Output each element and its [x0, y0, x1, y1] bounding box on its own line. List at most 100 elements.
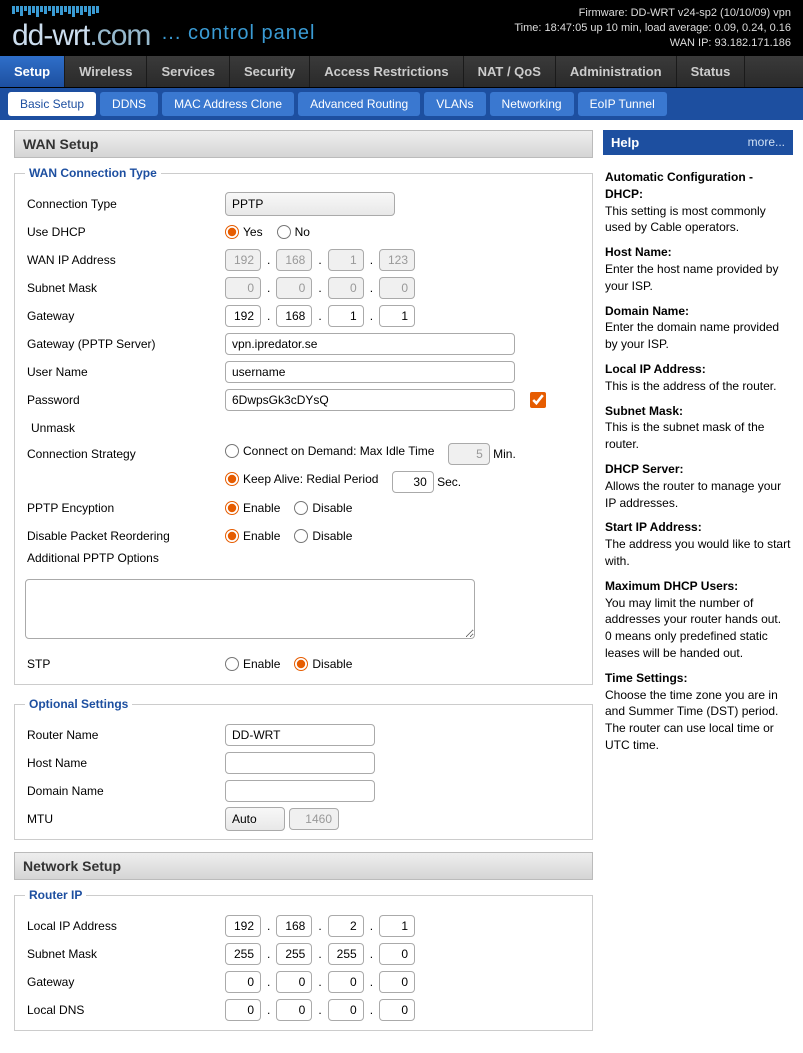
subnet2-2[interactable] [276, 943, 312, 965]
gateway2-2[interactable] [276, 971, 312, 993]
help-item-title: Subnet Mask: [605, 403, 791, 420]
tab-access-restrictions[interactable]: Access Restrictions [310, 56, 463, 87]
network-setup-header: Network Setup [14, 852, 593, 880]
subnet-2 [276, 277, 312, 299]
subnet2-4[interactable] [379, 943, 415, 965]
sub-tabs: Basic Setup DDNS MAC Address Clone Advan… [0, 88, 803, 120]
tab-administration[interactable]: Administration [556, 56, 677, 87]
connect-on-demand-radio[interactable] [225, 444, 239, 458]
help-body: Automatic Configuration - DHCP:This sett… [603, 155, 793, 764]
host-name-label: Host Name [25, 756, 225, 770]
subtab-networking[interactable]: Networking [490, 92, 574, 116]
main-tabs: Setup Wireless Services Security Access … [0, 56, 803, 88]
username-input[interactable] [225, 361, 515, 383]
time-line: Time: 18:47:05 up 10 min, load average: … [514, 21, 791, 36]
connection-type-label: Connection Type [25, 197, 225, 211]
help-item-desc: Enter the host name provided by your ISP… [605, 261, 791, 295]
wan-ip-1 [225, 249, 261, 271]
local-dns-2[interactable] [276, 999, 312, 1021]
keep-alive-radio[interactable] [225, 472, 239, 486]
router-ip-legend: Router IP [25, 888, 86, 902]
unmask-label: Unmask [25, 421, 225, 435]
gateway-3[interactable] [328, 305, 364, 327]
help-item-desc: This setting is most commonly used by Ca… [605, 203, 791, 237]
use-dhcp-yes-radio[interactable] [225, 225, 239, 239]
local-ip-label: Local IP Address [25, 919, 225, 933]
reorder-disable-radio[interactable] [294, 529, 308, 543]
domain-name-input[interactable] [225, 780, 375, 802]
router-ip-fieldset: Router IP Local IP Address . . . Subnet … [14, 888, 593, 1031]
gateway2-3[interactable] [328, 971, 364, 993]
subtab-basic-setup[interactable]: Basic Setup [8, 92, 96, 116]
password-label: Password [25, 393, 225, 407]
subtab-advanced-routing[interactable]: Advanced Routing [298, 92, 420, 116]
subnet-4 [379, 277, 415, 299]
connection-type-select[interactable]: PPTP [225, 192, 395, 216]
help-item-title: Local IP Address: [605, 361, 791, 378]
logo: dd-wrt.com [12, 19, 150, 52]
subnet2-label: Subnet Mask [25, 947, 225, 961]
subnet2-3[interactable] [328, 943, 364, 965]
stp-disable-radio[interactable] [294, 657, 308, 671]
additional-pptp-textarea[interactable] [25, 579, 475, 639]
help-item-desc: This is the subnet mask of the router. [605, 419, 791, 453]
help-item-title: Time Settings: [605, 670, 791, 687]
disable-reorder-label: Disable Packet Reordering [25, 529, 225, 543]
subnet-label: Subnet Mask [25, 281, 225, 295]
firmware-line: Firmware: DD-WRT v24-sp2 (10/10/09) vpn [514, 6, 791, 21]
gateway-1[interactable] [225, 305, 261, 327]
tab-wireless[interactable]: Wireless [65, 56, 147, 87]
redial-period-input[interactable] [392, 471, 434, 493]
help-item-desc: Enter the domain name provided by your I… [605, 319, 791, 353]
password-input[interactable] [225, 389, 515, 411]
tab-setup[interactable]: Setup [0, 56, 65, 87]
subnet-1 [225, 277, 261, 299]
host-name-input[interactable] [225, 752, 375, 774]
subtab-vlans[interactable]: VLANs [424, 92, 485, 116]
tab-status[interactable]: Status [677, 56, 746, 87]
wan-connection-fieldset: WAN Connection Type Connection Type PPTP… [14, 166, 593, 685]
tab-nat-qos[interactable]: NAT / QoS [464, 56, 556, 87]
tab-services[interactable]: Services [147, 56, 230, 87]
subtab-ddns[interactable]: DDNS [100, 92, 158, 116]
help-item-desc: This is the address of the router. [605, 378, 791, 395]
local-ip-4[interactable] [379, 915, 415, 937]
gateway2-1[interactable] [225, 971, 261, 993]
local-ip-2[interactable] [276, 915, 312, 937]
tab-security[interactable]: Security [230, 56, 310, 87]
local-dns-3[interactable] [328, 999, 364, 1021]
pptp-enc-disable-radio[interactable] [294, 501, 308, 515]
subtab-eoip[interactable]: EoIP Tunnel [578, 92, 667, 116]
local-dns-label: Local DNS [25, 1003, 225, 1017]
help-item-title: Maximum DHCP Users: [605, 578, 791, 595]
gateway2-4[interactable] [379, 971, 415, 993]
subtab-mac-clone[interactable]: MAC Address Clone [162, 92, 294, 116]
pptp-server-input[interactable] [225, 333, 515, 355]
wan-setup-header: WAN Setup [14, 130, 593, 158]
router-name-input[interactable] [225, 724, 375, 746]
reorder-enable-radio[interactable] [225, 529, 239, 543]
local-dns-1[interactable] [225, 999, 261, 1021]
stp-enable-radio[interactable] [225, 657, 239, 671]
local-ip-1[interactable] [225, 915, 261, 937]
help-item-desc: The address you would like to start with… [605, 536, 791, 570]
gateway-4[interactable] [379, 305, 415, 327]
stp-label: STP [25, 657, 225, 671]
wan-connection-legend: WAN Connection Type [25, 166, 161, 180]
username-label: User Name [25, 365, 225, 379]
router-name-label: Router Name [25, 728, 225, 742]
idle-time-input [448, 443, 490, 465]
subnet2-1[interactable] [225, 943, 261, 965]
unmask-checkbox[interactable] [530, 392, 546, 408]
gateway-2[interactable] [276, 305, 312, 327]
help-item-desc: Choose the time zone you are in and Summ… [605, 687, 791, 754]
optional-settings-fieldset: Optional Settings Router Name Host Name … [14, 697, 593, 840]
local-ip-3[interactable] [328, 915, 364, 937]
use-dhcp-no-radio[interactable] [277, 225, 291, 239]
help-more-link[interactable]: more... [748, 135, 785, 150]
local-dns-4[interactable] [379, 999, 415, 1021]
mtu-mode-select[interactable]: Auto [225, 807, 285, 831]
pptp-enc-enable-radio[interactable] [225, 501, 239, 515]
help-item-title: Automatic Configuration - DHCP: [605, 169, 791, 203]
domain-name-label: Domain Name [25, 784, 225, 798]
